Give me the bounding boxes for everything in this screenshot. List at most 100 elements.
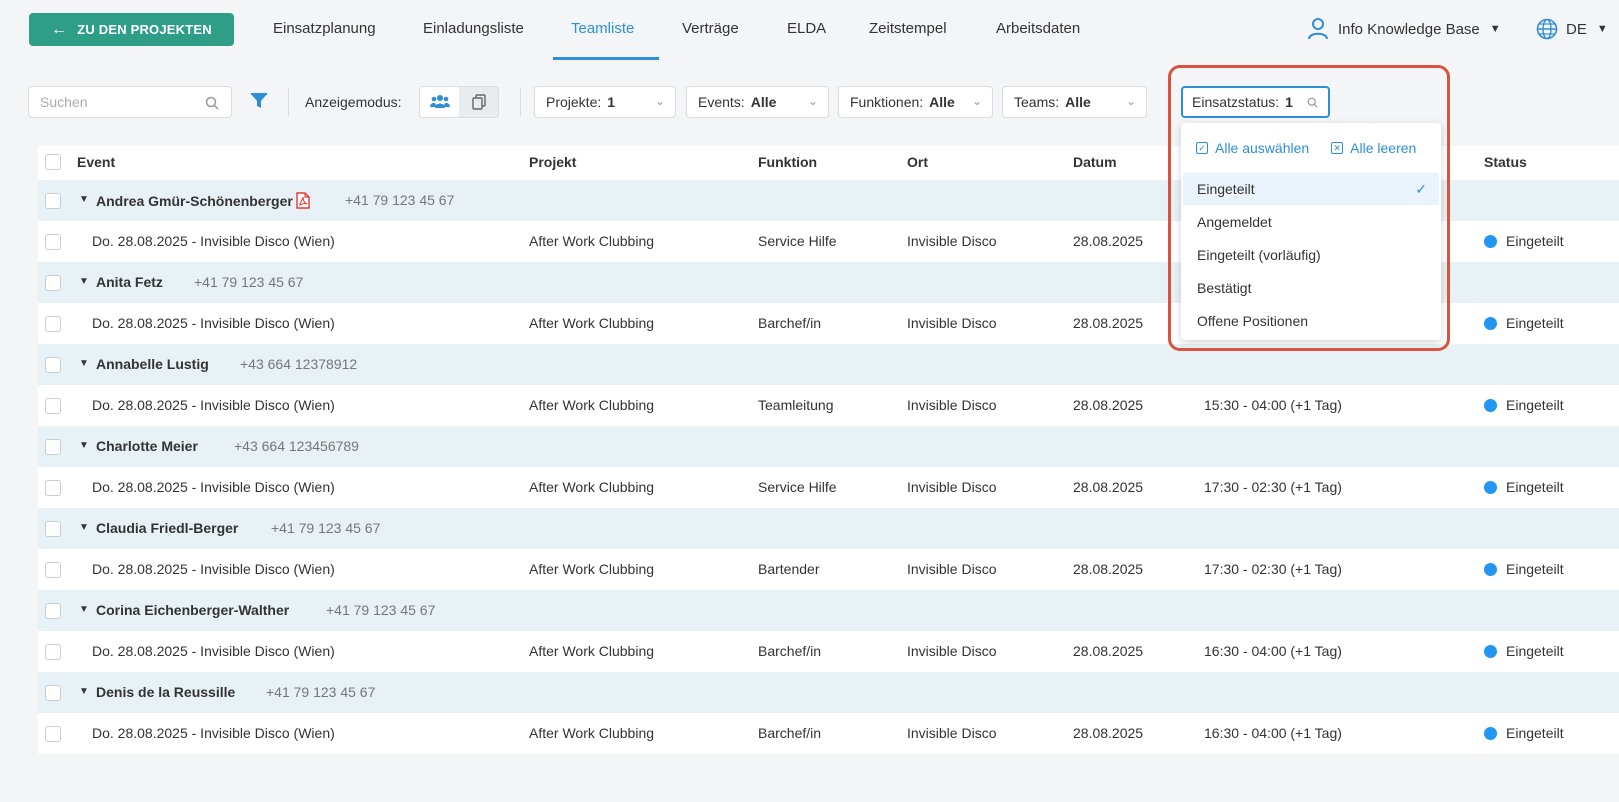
pdf-file-icon[interactable]: [296, 192, 310, 209]
projects-filter-label: Projekte:: [546, 94, 602, 110]
row-checkbox[interactable]: [45, 439, 61, 455]
status-dot: [1484, 645, 1497, 658]
table-row[interactable]: Do. 28.08.2025 - Invisible Disco (Wien) …: [38, 467, 1619, 508]
row-checkbox[interactable]: [45, 644, 61, 660]
back-to-projects-button[interactable]: ← ZU DEN PROJEKTEN: [29, 13, 234, 46]
column-header-funktion[interactable]: Funktion: [758, 154, 817, 170]
status-cell: Eingeteilt: [1484, 315, 1564, 331]
row-checkbox[interactable]: [45, 316, 61, 332]
functions-filter-dropdown[interactable]: Funktionen: Alle ⌄: [838, 86, 993, 118]
column-header-projekt[interactable]: Projekt: [529, 154, 576, 170]
list-view-button[interactable]: [459, 87, 498, 117]
table-group-row[interactable]: ▼ Denis de la Reussille +41 79 123 45 67: [38, 672, 1619, 713]
person-phone: +41 79 123 45 67: [271, 520, 381, 536]
row-checkbox[interactable]: [45, 275, 61, 291]
teams-filter-dropdown[interactable]: Teams: Alle ⌄: [1002, 86, 1147, 118]
back-button-label: ZU DEN PROJEKTEN: [77, 22, 212, 37]
user-icon: [1308, 18, 1328, 40]
caret-down-icon[interactable]: ▼: [79, 522, 89, 533]
table-row[interactable]: Do. 28.08.2025 - Invisible Disco (Wien) …: [38, 549, 1619, 590]
row-checkbox[interactable]: [45, 234, 61, 250]
events-filter-dropdown[interactable]: Events: Alle ⌄: [686, 86, 829, 118]
tab-einladungsliste[interactable]: Einladungsliste: [423, 20, 524, 37]
person-phone: +41 79 123 45 67: [345, 192, 455, 208]
users-icon: [429, 95, 450, 108]
row-checkbox[interactable]: [45, 398, 61, 414]
caret-down-icon[interactable]: ▼: [79, 276, 89, 287]
table-row[interactable]: Do. 28.08.2025 - Invisible Disco (Wien) …: [38, 713, 1619, 754]
table-group-row[interactable]: ▼ Charlotte Meier +43 664 123456789: [38, 426, 1619, 467]
tab-teamliste[interactable]: Teamliste: [571, 20, 634, 37]
chevron-down-icon: ⌄: [654, 94, 665, 108]
row-checkbox[interactable]: [45, 480, 61, 496]
datum-cell: 28.08.2025: [1073, 479, 1144, 495]
event-cell: Do. 28.08.2025 - Invisible Disco (Wien): [92, 397, 335, 413]
column-header-event[interactable]: Event: [77, 154, 115, 170]
functions-filter-value: Alle: [929, 94, 955, 110]
event-cell: Do. 28.08.2025 - Invisible Disco (Wien): [92, 233, 335, 249]
zeit-cell: 15:30 - 04:00 (+1 Tag): [1204, 397, 1342, 413]
teams-filter-value: Alle: [1065, 94, 1091, 110]
projekt-cell: After Work Clubbing: [529, 315, 655, 331]
funktion-cell: Teamleitung: [758, 397, 834, 413]
table-row[interactable]: Do. 28.08.2025 - Invisible Disco (Wien) …: [38, 385, 1619, 426]
table-group-row[interactable]: ▼ Claudia Friedl-Berger +41 79 123 45 67: [38, 508, 1619, 549]
teams-filter-label: Teams:: [1014, 94, 1060, 110]
user-menu[interactable]: Info Knowledge Base ▼: [1308, 18, 1501, 40]
projekt-cell: After Work Clubbing: [529, 561, 655, 577]
filter-icon[interactable]: [250, 92, 268, 110]
funktion-cell: Barchef/in: [758, 643, 822, 659]
status-text: Eingeteilt: [1506, 315, 1564, 331]
funktion-cell: Bartender: [758, 561, 820, 577]
caret-down-icon[interactable]: ▼: [79, 194, 89, 205]
events-filter-value: Alle: [750, 94, 777, 110]
ort-cell: Invisible Disco: [907, 397, 997, 413]
person-name: Anita Fetz: [96, 274, 163, 290]
event-cell: Do. 28.08.2025 - Invisible Disco (Wien): [92, 643, 335, 659]
row-checkbox[interactable]: [45, 685, 61, 701]
language-menu[interactable]: DE ▼: [1536, 18, 1608, 40]
caret-down-icon: ▼: [1489, 23, 1501, 35]
ort-cell: Invisible Disco: [907, 315, 997, 331]
event-cell: Do. 28.08.2025 - Invisible Disco (Wien): [92, 479, 335, 495]
row-checkbox[interactable]: [45, 603, 61, 619]
ort-cell: Invisible Disco: [907, 561, 997, 577]
select-all-checkbox[interactable]: [45, 154, 61, 170]
column-header-status[interactable]: Status: [1484, 154, 1527, 170]
row-checkbox[interactable]: [45, 193, 61, 209]
table-row[interactable]: Do. 28.08.2025 - Invisible Disco (Wien) …: [38, 631, 1619, 672]
divider: [520, 88, 521, 116]
caret-down-icon[interactable]: ▼: [79, 440, 89, 451]
tab-einsatzplanung[interactable]: Einsatzplanung: [273, 20, 376, 37]
tab-arbeitsdaten[interactable]: Arbeitsdaten: [996, 20, 1080, 37]
status-dot: [1484, 481, 1497, 494]
column-header-ort[interactable]: Ort: [907, 154, 928, 170]
caret-down-icon[interactable]: ▼: [79, 604, 89, 615]
status-dot: [1484, 399, 1497, 412]
row-checkbox[interactable]: [45, 562, 61, 578]
caret-down-icon: ▼: [1596, 23, 1608, 35]
status-cell: Eingeteilt: [1484, 643, 1564, 659]
row-checkbox[interactable]: [45, 521, 61, 537]
projects-filter-value: 1: [607, 94, 616, 110]
column-header-datum[interactable]: Datum: [1073, 154, 1117, 170]
copy-icon: [471, 94, 486, 110]
display-mode-label: Anzeigemodus:: [305, 94, 402, 110]
projects-filter-dropdown[interactable]: Projekte: 1 ⌄: [534, 86, 676, 118]
caret-down-icon[interactable]: ▼: [79, 358, 89, 369]
row-checkbox[interactable]: [45, 726, 61, 742]
row-checkbox[interactable]: [45, 357, 61, 373]
group-view-button[interactable]: [420, 87, 459, 117]
user-name: Info Knowledge Base: [1338, 20, 1480, 38]
status-dot: [1484, 317, 1497, 330]
tab-elda[interactable]: ELDA: [787, 20, 826, 37]
funktion-cell: Service Hilfe: [758, 479, 837, 495]
projekt-cell: After Work Clubbing: [529, 397, 655, 413]
person-phone: +41 79 123 45 67: [266, 684, 376, 700]
tab-zeitstempel[interactable]: Zeitstempel: [869, 20, 947, 37]
status-text: Eingeteilt: [1506, 479, 1564, 495]
caret-down-icon[interactable]: ▼: [79, 686, 89, 697]
search-input[interactable]: Suchen: [28, 86, 232, 118]
tab-vertraege[interactable]: Verträge: [682, 20, 739, 37]
table-group-row[interactable]: ▼ Corina Eichenberger-Walther +41 79 123…: [38, 590, 1619, 631]
